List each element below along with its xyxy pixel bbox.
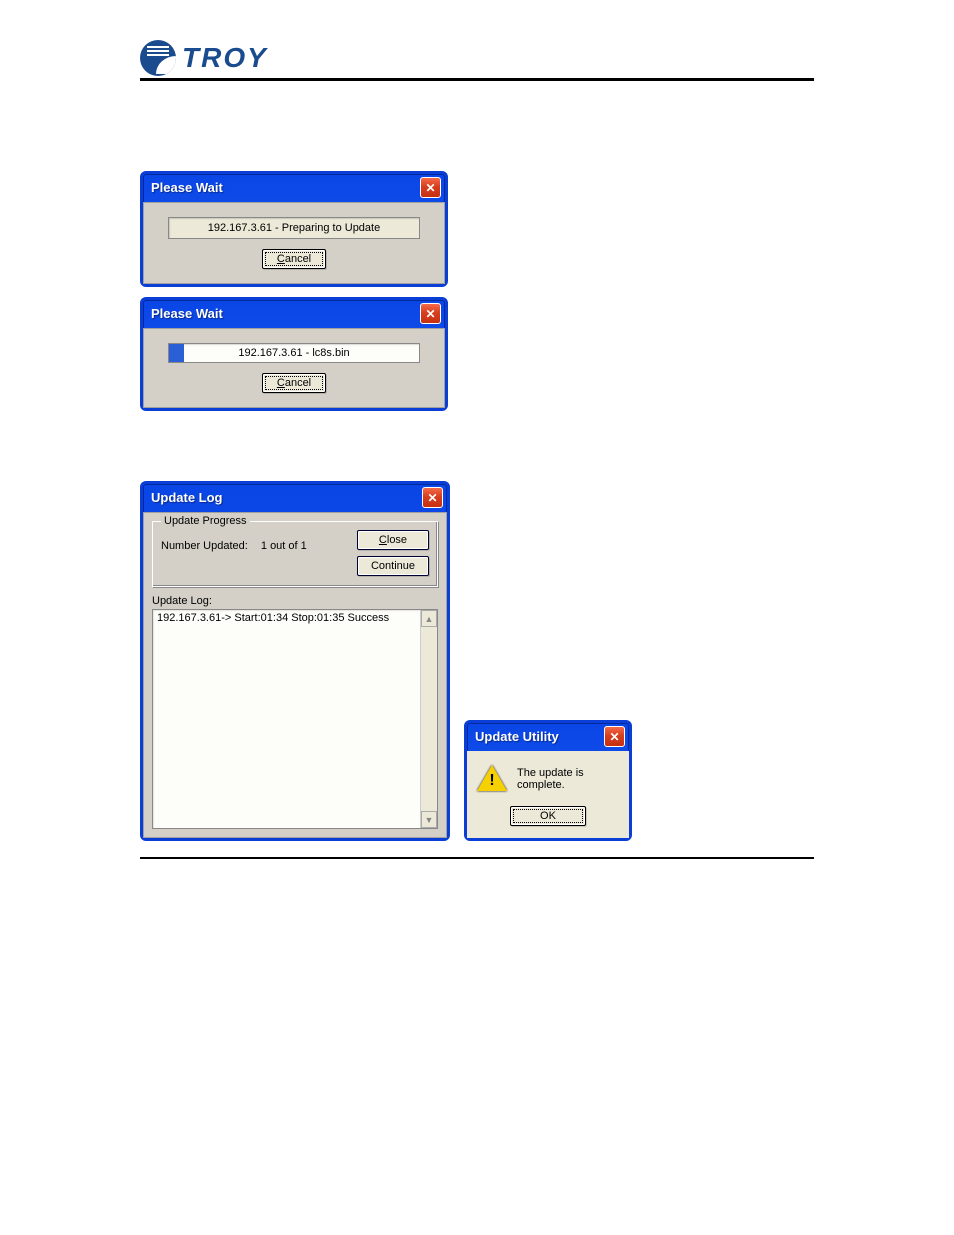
dialog-body: 192.167.3.61 - Preparing to Update Cance… (143, 202, 445, 284)
page-header: TROY (140, 40, 814, 81)
continue-text: Continue (371, 560, 415, 572)
ok-button[interactable]: OK (510, 806, 586, 826)
log-entry: 192.167.3.61-> Start:01:34 Stop:01:35 Su… (153, 610, 437, 626)
cancel-button[interactable]: Cancel (262, 373, 326, 393)
ok-text: OK (540, 810, 556, 822)
dialog-title: Please Wait (151, 306, 223, 321)
number-updated-value: 1 out of 1 (261, 540, 307, 552)
close-icon: ✕ (425, 308, 435, 320)
cancel-text: ancel (285, 253, 311, 265)
scroll-down-icon[interactable]: ▼ (421, 811, 437, 828)
please-wait-dialog-preparing: Please Wait ✕ 192.167.3.61 - Preparing t… (140, 171, 448, 287)
logo: TROY (140, 40, 814, 76)
status-box: 192.167.3.61 - Preparing to Update (168, 217, 420, 239)
logo-icon (140, 40, 176, 76)
update-utility-dialog: Update Utility ✕ The update is complete.… (464, 720, 632, 841)
close-button[interactable]: ✕ (420, 177, 441, 198)
footer-divider (140, 857, 814, 859)
close-icon: ✕ (425, 182, 435, 194)
update-log-textarea[interactable]: 192.167.3.61-> Start:01:34 Stop:01:35 Su… (152, 609, 438, 829)
group-legend: Update Progress (161, 515, 250, 527)
dialog-title: Update Utility (475, 729, 559, 744)
header-divider (140, 78, 814, 81)
dialog-body: The update is complete. OK (467, 751, 629, 838)
titlebar: Please Wait ✕ (143, 300, 445, 328)
titlebar: Update Log ✕ (143, 484, 447, 512)
progress-bar: 192.167.3.61 - lc8s.bin (168, 343, 420, 363)
continue-button[interactable]: Continue (357, 556, 429, 576)
update-log-dialog: Update Log ✕ Update Progress Number Upda… (140, 481, 450, 841)
progress-label: 192.167.3.61 - lc8s.bin (169, 347, 419, 359)
close-button[interactable]: ✕ (604, 726, 625, 747)
dialog-title: Please Wait (151, 180, 223, 195)
close-icon: ✕ (427, 492, 437, 504)
cancel-button[interactable]: Cancel (262, 249, 326, 269)
complete-message: The update is complete. (517, 767, 619, 791)
titlebar: Update Utility ✕ (467, 723, 629, 751)
close-button[interactable]: ✕ (420, 303, 441, 324)
scroll-up-icon[interactable]: ▲ (421, 610, 437, 627)
update-progress-group: Update Progress Number Updated: 1 out of… (152, 521, 438, 587)
number-updated-label: Number Updated: (161, 540, 248, 552)
dialog-body: 192.167.3.61 - lc8s.bin Cancel (143, 328, 445, 408)
dialog-body: Update Progress Number Updated: 1 out of… (143, 512, 447, 838)
logo-text: TROY (182, 42, 268, 74)
close-button[interactable]: ✕ (422, 487, 443, 508)
scrollbar-vertical[interactable]: ▲ ▼ (420, 610, 437, 828)
dialog-title: Update Log (151, 490, 223, 505)
status-text: 192.167.3.61 - Preparing to Update (208, 222, 380, 234)
close-dialog-button[interactable]: Close (357, 530, 429, 550)
warning-icon (477, 765, 507, 792)
please-wait-dialog-progress: Please Wait ✕ 192.167.3.61 - lc8s.bin Ca… (140, 297, 448, 411)
update-log-label: Update Log: (152, 595, 438, 607)
cancel-text: ancel (285, 377, 311, 389)
close-icon: ✕ (609, 731, 619, 743)
titlebar: Please Wait ✕ (143, 174, 445, 202)
